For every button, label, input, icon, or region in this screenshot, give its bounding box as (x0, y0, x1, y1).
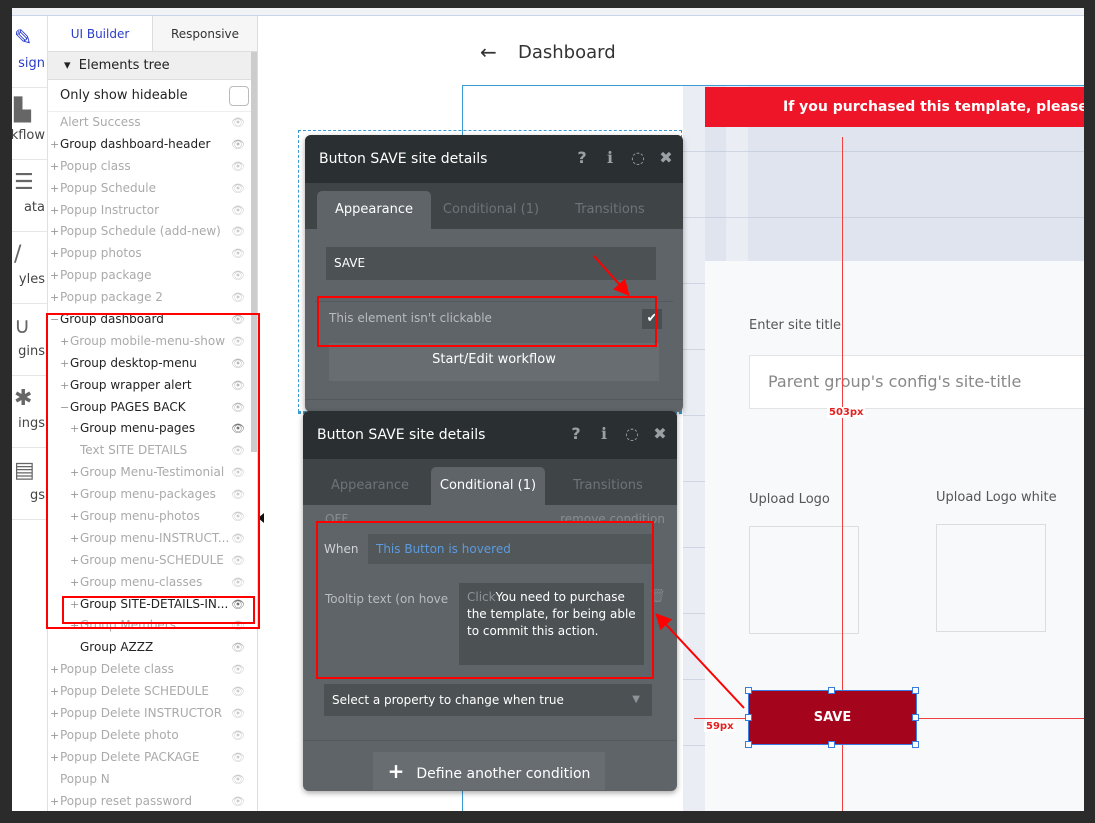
arrow-to-checkbox (593, 255, 630, 296)
annotation-arrows (593, 255, 745, 709)
arrow-to-tooltip (655, 613, 745, 709)
app-window: ✎ sign ▙ kflow ☰ ata / yles ∪ gins ✱ ing… (12, 8, 1084, 811)
